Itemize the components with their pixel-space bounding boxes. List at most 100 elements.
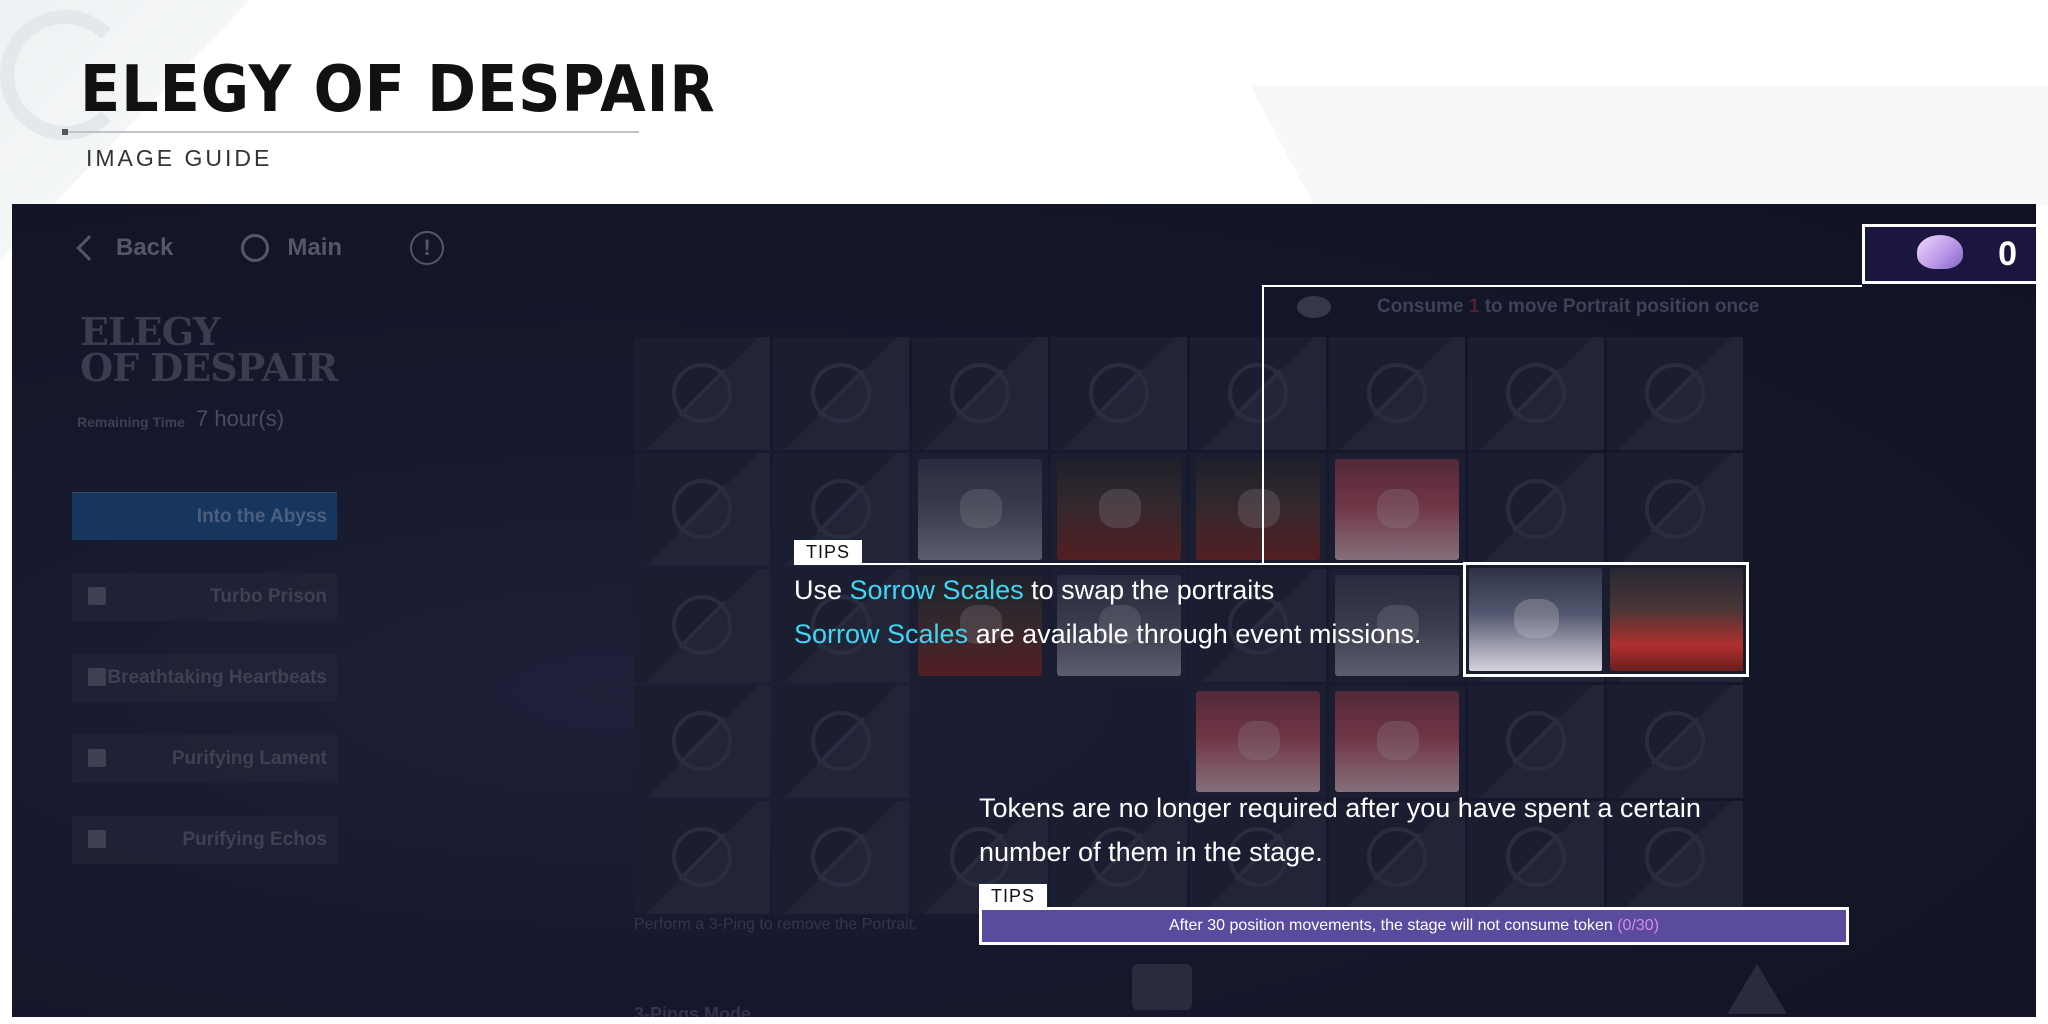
lock-icon	[88, 749, 106, 767]
grid-cell	[634, 569, 770, 682]
grid-cell	[634, 337, 770, 450]
grid-cell	[1607, 453, 1743, 566]
portrait-mask	[1196, 459, 1320, 560]
lock-icon	[88, 668, 106, 686]
title-divider	[64, 131, 639, 133]
grid-cell	[1051, 685, 1187, 798]
game-screenshot: Back Main ! ELEGY OF DESPAIR Remaining T…	[12, 204, 2036, 1017]
tips-line: number of them in the stage.	[979, 837, 1323, 867]
token-limit-bar: After 30 position movements, the stage w…	[979, 907, 1849, 945]
blocked-icon	[811, 479, 871, 539]
token-limit-text: After 30 position movements, the stage w…	[1168, 917, 1613, 934]
triangle-icon	[1727, 964, 1787, 1014]
chevron-left-icon	[76, 235, 102, 261]
token-counter[interactable]: 0	[1862, 224, 2036, 284]
remaining-time-value: 7 hour(s)	[196, 406, 285, 431]
menu-item-purifying-echos[interactable]: Purifying Echos	[72, 816, 337, 864]
main-button[interactable]: Main	[241, 234, 342, 262]
callout-line	[794, 563, 1464, 565]
event-logo-line2: OF DESPAIR	[80, 345, 338, 390]
portrait-face	[1238, 489, 1281, 528]
portrait-red	[1196, 691, 1320, 792]
tips-text-tokens: Tokens are no longer required after you …	[979, 786, 1701, 874]
grid-cell[interactable]	[1329, 453, 1465, 566]
sorrow-scale-icon	[1297, 296, 1331, 318]
menu-item-label: Turbo Prison	[210, 586, 327, 607]
lock-icon	[88, 830, 106, 848]
info-icon[interactable]: !	[410, 231, 445, 265]
grid-cell[interactable]	[912, 453, 1048, 566]
menu-item-breathtaking-heartbeats[interactable]: Breathtaking Heartbeats	[72, 654, 337, 702]
blocked-icon	[950, 363, 1010, 423]
menu-item-label: Breathtaking Heartbeats	[107, 667, 327, 688]
grid-cell	[1051, 337, 1187, 450]
grid-cell	[912, 685, 1048, 798]
tips-line: Tokens are no longer required after you …	[979, 793, 1701, 823]
back-button[interactable]: Back	[72, 234, 173, 262]
blocked-icon	[811, 711, 871, 771]
grid-cell[interactable]	[1051, 453, 1187, 566]
portrait-dark	[918, 459, 1042, 560]
menu-item-turbo-prison[interactable]: Turbo Prison	[72, 573, 337, 621]
page-title: ELEGY OF DESPAIR	[80, 53, 716, 127]
menu-item-label: Purifying Echos	[182, 829, 327, 850]
top-navigation: Back Main !	[72, 228, 445, 268]
tips-tag: TIPS	[979, 884, 1048, 908]
blocked-icon	[1367, 363, 1427, 423]
grid-cell[interactable]	[1190, 453, 1326, 566]
blocked-icon	[1645, 363, 1705, 423]
grid-cell	[912, 337, 1048, 450]
grid-cell	[1329, 337, 1465, 450]
grid-cell[interactable]	[1190, 685, 1326, 798]
callout-line	[1262, 285, 1264, 565]
home-ring-icon	[241, 234, 270, 262]
consume-amount: 1	[1468, 296, 1480, 317]
page-subtitle: IMAGE GUIDE	[86, 145, 273, 171]
tips-text-prefix: Use	[794, 575, 843, 605]
grid-cell	[1468, 337, 1604, 450]
back-label: Back	[116, 234, 174, 261]
menu-item-into-the-abyss[interactable]: Into the Abyss	[72, 492, 337, 540]
portrait-face	[1377, 489, 1420, 528]
menu-item-label: Into the Abyss	[196, 506, 327, 527]
blocked-icon	[1089, 363, 1149, 423]
portrait-red	[1335, 459, 1459, 560]
blocked-icon	[1645, 479, 1705, 539]
portrait-dark-hair[interactable]	[1469, 568, 1602, 671]
consume-hint: Consume 1 to move Portrait position once	[1377, 296, 1759, 318]
grid-cell	[1468, 685, 1604, 798]
tips-text-suffix: to swap the portraits	[1031, 575, 1275, 605]
consume-suffix: to move Portrait position once	[1484, 296, 1760, 317]
mode-icon	[1132, 964, 1192, 1010]
blocked-icon	[1506, 363, 1566, 423]
grid-cell	[634, 801, 770, 914]
event-logo: ELEGY OF DESPAIR	[80, 313, 338, 390]
menu-item-purifying-lament[interactable]: Purifying Lament	[72, 735, 337, 783]
portrait-mask	[1057, 459, 1181, 560]
tips-line: Sorrow Scales are available through even…	[794, 612, 1421, 656]
sorrow-scales-highlight: Sorrow Scales	[849, 575, 1024, 605]
remaining-time-label: Remaining Time	[77, 414, 185, 430]
grid-cell	[1190, 337, 1326, 450]
portrait-face	[1514, 598, 1560, 639]
blocked-icon	[672, 363, 732, 423]
tips-line: Use Sorrow Scales to swap the portraits	[794, 568, 1421, 612]
grid-cell	[1607, 337, 1743, 450]
swap-portraits-highlight[interactable]	[1463, 562, 1749, 677]
guide-page: ELEGY OF DESPAIR IMAGE GUIDE Back Main !…	[0, 0, 2048, 1024]
title-divider-marker	[62, 129, 68, 135]
blocked-icon	[1506, 479, 1566, 539]
blocked-icon	[1228, 363, 1288, 423]
portrait-face	[1099, 489, 1142, 528]
grid-cell	[634, 685, 770, 798]
tips-text-swap: Use Sorrow Scales to swap the portraits …	[794, 568, 1421, 656]
grid-cell	[773, 337, 909, 450]
sorrow-scales-highlight: Sorrow Scales	[794, 619, 969, 649]
token-count: 0	[1998, 234, 2017, 273]
grid-cell	[773, 685, 909, 798]
tips-tag: TIPS	[794, 540, 863, 564]
grid-cell	[634, 453, 770, 566]
portrait-masked[interactable]	[1610, 568, 1743, 671]
sorrow-scale-icon	[1917, 235, 1963, 269]
grid-cell[interactable]	[1329, 685, 1465, 798]
